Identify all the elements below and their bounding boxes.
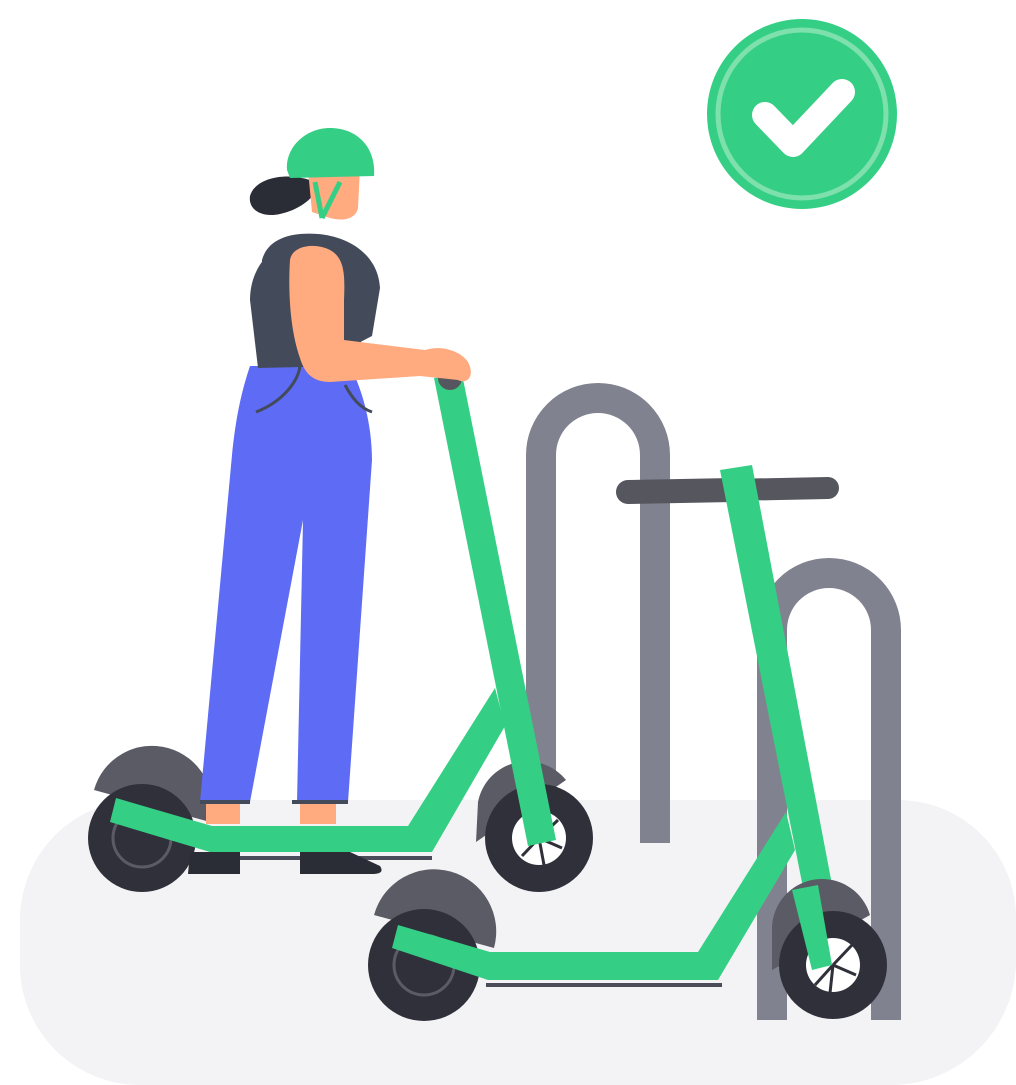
rider-figure	[200, 128, 471, 824]
illustration-scene	[0, 0, 1016, 1085]
scooter-illustration	[20, 19, 1016, 1085]
checkmark-icon	[707, 19, 897, 209]
